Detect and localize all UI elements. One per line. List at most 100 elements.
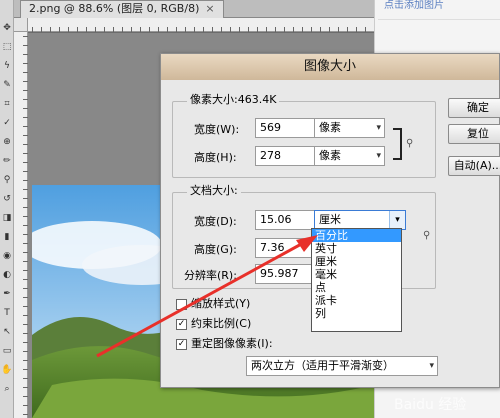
ruler-tick (329, 27, 330, 32)
horizontal-ruler[interactable] (28, 18, 374, 32)
ruler-tick (176, 27, 177, 32)
ruler-tick (158, 27, 159, 32)
constrain-proportions-checkbox[interactable]: ✓ (176, 319, 187, 330)
ruler-origin[interactable] (14, 18, 28, 32)
ruler-tick (203, 27, 204, 32)
pixel-width-unit-value: 像素 (319, 121, 341, 134)
scale-styles-label: 缩放样式(Y) (191, 297, 251, 310)
unit-option[interactable]: 派卡 (312, 294, 401, 307)
lasso-tool-icon[interactable]: ϟ (1, 60, 13, 72)
vertical-ruler[interactable] (14, 32, 28, 418)
resample-method-select[interactable]: 两次立方（适用于平滑渐变） ▾ (246, 356, 438, 376)
chevron-down-icon: ▾ (376, 123, 381, 133)
ruler-tick (131, 27, 132, 32)
doc-height-label: 高度(G): (194, 243, 237, 256)
ruler-tick (221, 27, 222, 32)
move-tool-icon[interactable]: ✥ (1, 22, 13, 34)
marquee-tool-icon[interactable]: ⬚ (1, 41, 13, 53)
hand-tool-icon[interactable]: ✋ (1, 364, 13, 376)
ruler-tick (338, 27, 339, 32)
ruler-tick (77, 27, 78, 32)
auto-button[interactable]: 自动(A)... (448, 156, 500, 176)
pixel-link-bracket (393, 128, 402, 160)
resample-method-value: 两次立方（适用于平滑渐变） (251, 359, 394, 372)
quick-select-tool-icon[interactable]: ✎ (1, 79, 13, 91)
ruler-tick (320, 27, 321, 32)
unit-option[interactable]: 英寸 (312, 242, 401, 255)
ruler-tick (248, 27, 249, 32)
document-size-legend: 文档大小: (187, 185, 241, 197)
doc-width-label: 宽度(D): (194, 215, 237, 228)
ruler-tick (50, 27, 51, 32)
pixel-width-unit-select[interactable]: 像素 ▾ (314, 118, 385, 138)
unit-option[interactable]: 点 (312, 281, 401, 294)
ruler-tick (122, 27, 123, 32)
ruler-tick (149, 27, 150, 32)
image-size-dialog: 图像大小 像素大小:463.4K 宽度(W): 569 像素 ▾ 高度(H): 2… (160, 53, 500, 388)
unit-option[interactable]: 百分比 (312, 229, 401, 242)
document-tab-title: 2.png @ 88.6% (图层 0, RGB/8) (29, 2, 200, 15)
ruler-tick (230, 27, 231, 32)
type-tool-icon[interactable]: T (1, 307, 13, 319)
tools-panel: ✥ ⬚ ϟ ✎ ⌗ ✓ ⊕ ✏ ⚲ ↺ ◨ ▮ ◉ ◐ ✒ T ↖ ▭ ✋ ⌕ (0, 0, 14, 418)
crop-tool-icon[interactable]: ⌗ (1, 98, 13, 110)
resample-label: 重定图像像素(I): (191, 337, 273, 350)
unit-dropdown-list: 百分比 英寸 厘米 毫米点派卡列 (311, 228, 402, 332)
ruler-tick (275, 27, 276, 32)
pen-tool-icon[interactable]: ✒ (1, 288, 13, 300)
ruler-tick (212, 27, 213, 32)
ruler-tick (113, 27, 114, 32)
history-brush-tool-icon[interactable]: ↺ (1, 193, 13, 205)
ruler-tick (95, 27, 96, 32)
pixel-height-unit-value: 像素 (319, 149, 341, 162)
chevron-down-icon: ▾ (389, 211, 405, 229)
pixel-height-unit-select[interactable]: 像素 ▾ (314, 146, 385, 166)
reset-button[interactable]: 复位 (448, 124, 500, 144)
gradient-tool-icon[interactable]: ▮ (1, 231, 13, 243)
resample-checkbox[interactable]: ✓ (176, 339, 187, 350)
ruler-tick (257, 27, 258, 32)
ruler-tick (293, 27, 294, 32)
brush-tool-icon[interactable]: ✏ (1, 155, 13, 167)
dodge-tool-icon[interactable]: ◐ (1, 269, 13, 281)
dialog-title[interactable]: 图像大小 (161, 54, 499, 80)
unit-option[interactable]: 列 (312, 307, 401, 320)
document-tab[interactable]: 2.png @ 88.6% (图层 0, RGB/8) × (20, 0, 224, 18)
close-tab-icon[interactable]: × (205, 2, 214, 15)
chevron-down-icon: ▾ (429, 361, 434, 371)
eraser-tool-icon[interactable]: ◨ (1, 212, 13, 224)
ruler-tick (239, 27, 240, 32)
healing-tool-icon[interactable]: ⊕ (1, 136, 13, 148)
clone-tool-icon[interactable]: ⚲ (1, 174, 13, 186)
unit-option[interactable]: 厘米 (312, 255, 401, 268)
ruler-tick (41, 27, 42, 32)
ruler-tick (86, 27, 87, 32)
ruler-tick (185, 27, 186, 32)
path-select-tool-icon[interactable]: ↖ (1, 326, 13, 338)
blur-tool-icon[interactable]: ◉ (1, 250, 13, 262)
eyedropper-tool-icon[interactable]: ✓ (1, 117, 13, 129)
ruler-tick (266, 27, 267, 32)
chevron-down-icon: ▾ (376, 151, 381, 161)
scale-styles-checkbox[interactable] (176, 299, 187, 310)
ruler-tick (356, 27, 357, 32)
constrain-proportions-label: 约束比例(C) (191, 317, 252, 330)
ruler-tick (284, 27, 285, 32)
ruler-tick (32, 27, 33, 32)
ruler-tick (59, 27, 60, 32)
pixel-width-label: 宽度(W): (194, 123, 240, 136)
pixel-height-label: 高度(H): (194, 151, 237, 164)
chain-link-icon: ⚲ (423, 230, 431, 241)
watermark: Baidu 经验 (394, 397, 467, 413)
ruler-tick (365, 27, 366, 32)
add-image-link[interactable]: 点击添加图片 (384, 0, 444, 14)
ruler-tick (140, 27, 141, 32)
shape-tool-icon[interactable]: ▭ (1, 345, 13, 357)
doc-width-unit-value: 厘米 (319, 213, 341, 226)
doc-width-unit-select[interactable]: 厘米 ▾ (314, 210, 406, 230)
zoom-tool-icon[interactable]: ⌕ (1, 383, 13, 395)
pixel-size-legend: 像素大小:463.4K (187, 94, 280, 106)
ruler-tick (167, 27, 168, 32)
unit-option[interactable]: 毫米 (312, 268, 401, 281)
ok-button[interactable]: 确定 (448, 98, 500, 118)
